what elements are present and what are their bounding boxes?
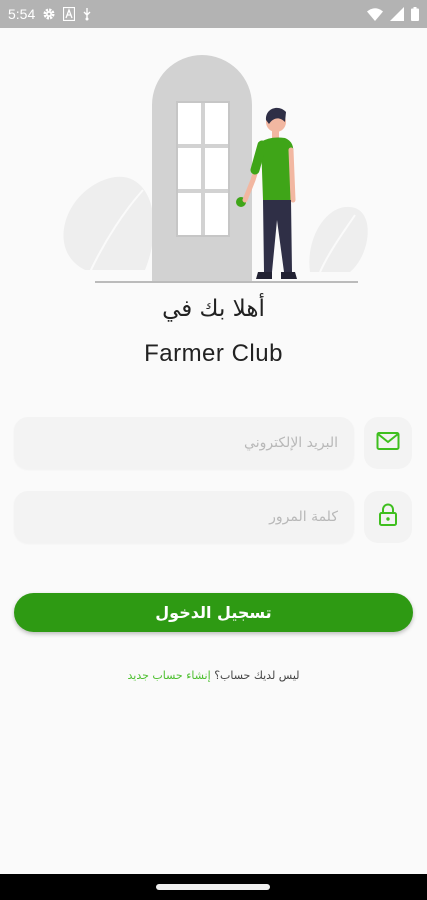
door-window <box>176 101 230 237</box>
usb-debug-icon <box>82 7 92 21</box>
login-button[interactable]: تسجيل الدخول <box>14 593 413 632</box>
password-row <box>14 491 412 543</box>
password-field-container <box>14 491 354 543</box>
signup-line: ليس لديك حساب؟ إنشاء حساب جديد <box>0 669 427 682</box>
wifi-icon <box>367 7 383 21</box>
email-icon-box <box>364 417 412 469</box>
status-bar: 5:54 <box>0 0 427 28</box>
create-account-link[interactable]: إنشاء حساب جديد <box>128 669 211 682</box>
password-icon-box <box>364 491 412 543</box>
app-name: Farmer Club <box>144 340 283 367</box>
a-notification-icon <box>63 7 76 21</box>
status-right <box>367 7 419 21</box>
battery-icon <box>411 7 419 21</box>
gear-icon <box>42 7 56 21</box>
leaf-right-illustration <box>309 206 368 273</box>
status-time: 5:54 <box>8 6 36 22</box>
email-field[interactable] <box>14 417 354 469</box>
status-left: 5:54 <box>8 6 92 22</box>
leaf-left-illustration <box>63 176 154 273</box>
signal-icon <box>390 7 404 21</box>
email-row <box>14 417 412 469</box>
email-field-container <box>14 417 354 469</box>
password-field[interactable] <box>14 491 354 543</box>
lock-icon <box>378 503 398 531</box>
home-indicator[interactable] <box>156 884 270 890</box>
welcome-title: أهلا بك في <box>162 296 265 322</box>
mail-icon <box>376 431 400 455</box>
signup-question: ليس لديك حساب؟ <box>214 669 300 682</box>
person-illustration <box>242 107 297 279</box>
door-illustration <box>63 55 368 283</box>
